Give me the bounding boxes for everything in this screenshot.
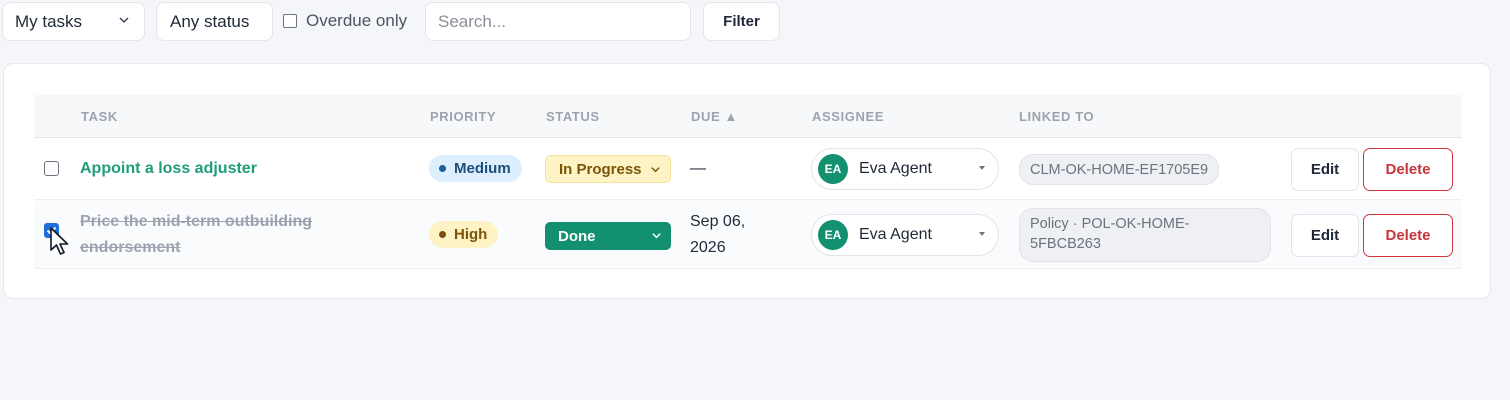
task-title-link[interactable]: Price the mid-term outbuilding endorseme… [80,209,340,261]
priority-badge: High [429,221,499,248]
assignee-select[interactable]: EA Eva Agent [811,214,999,256]
priority-label: Medium [454,160,511,177]
assignee-name: Eva Agent [859,226,932,243]
due-date: — [690,160,706,177]
scope-select[interactable]: My tasks [2,2,145,41]
assignee-name: Eva Agent [859,160,932,177]
avatar: EA [818,220,848,250]
chevron-down-icon [651,167,660,173]
caret-down-icon [979,232,985,236]
table-header: TASK PRIORITY STATUS DUE ▲ ASSIGNEE LINK… [34,95,1462,138]
delete-button-label: Delete [1385,227,1431,244]
column-header-status[interactable]: STATUS [546,109,600,124]
edit-button[interactable]: Edit [1291,148,1359,191]
filter-toolbar: My tasks Any status Overdue only Search.… [0,0,1510,44]
status-label: In Progress [559,160,642,178]
table-row: Price the mid-term outbuilding endorseme… [34,201,1462,269]
priority-badge: Medium [429,155,522,182]
avatar: EA [818,154,848,184]
table-row: Appoint a loss adjuster Medium In Progre… [34,139,1462,200]
column-header-linked-to[interactable]: LINKED TO [1019,109,1094,124]
tasks-card: TASK PRIORITY STATUS DUE ▲ ASSIGNEE LINK… [3,63,1491,299]
status-label: Done [558,227,596,245]
overdue-checkbox[interactable] [283,14,297,28]
column-header-assignee[interactable]: ASSIGNEE [812,109,884,124]
filter-button[interactable]: Filter [703,2,780,41]
task-title-link[interactable]: Appoint a loss adjuster [80,156,257,182]
linked-record-chip[interactable]: Policy · POL-OK-HOME-5FBCB263 [1019,208,1271,262]
column-header-due[interactable]: DUE ▲ [691,109,738,124]
row-select-checkbox[interactable] [44,161,59,176]
caret-down-icon [979,166,985,170]
search-input[interactable]: Search... [425,2,691,41]
status-dropdown[interactable]: Done [545,222,671,250]
priority-dot-icon [439,165,446,172]
scope-select-value: My tasks [15,11,83,31]
status-select-value: Any status [170,11,250,31]
status-dropdown[interactable]: In Progress [545,155,671,183]
due-date: Sep 06, 2026 [690,213,746,256]
search-placeholder: Search... [438,11,507,31]
column-header-task[interactable]: TASK [81,109,118,124]
delete-button[interactable]: Delete [1363,214,1453,257]
column-header-priority[interactable]: PRIORITY [430,109,496,124]
overdue-toggle[interactable]: Overdue only [283,10,407,32]
edit-button[interactable]: Edit [1291,214,1359,257]
priority-label: High [454,226,488,243]
filter-button-label: Filter [723,13,760,30]
delete-button[interactable]: Delete [1363,148,1453,191]
linked-record-chip[interactable]: CLM-OK-HOME-EF1705E9 [1019,154,1220,185]
overdue-label: Overdue only [306,11,408,30]
chevron-down-icon [652,233,661,239]
assignee-select[interactable]: EA Eva Agent [811,148,999,190]
delete-button-label: Delete [1385,161,1431,178]
edit-button-label: Edit [1310,161,1340,178]
status-select[interactable]: Any status [156,2,273,41]
edit-button-label: Edit [1310,227,1340,244]
mouse-cursor-icon [50,227,69,255]
priority-dot-icon [439,231,446,238]
chevron-down-icon [119,17,129,24]
